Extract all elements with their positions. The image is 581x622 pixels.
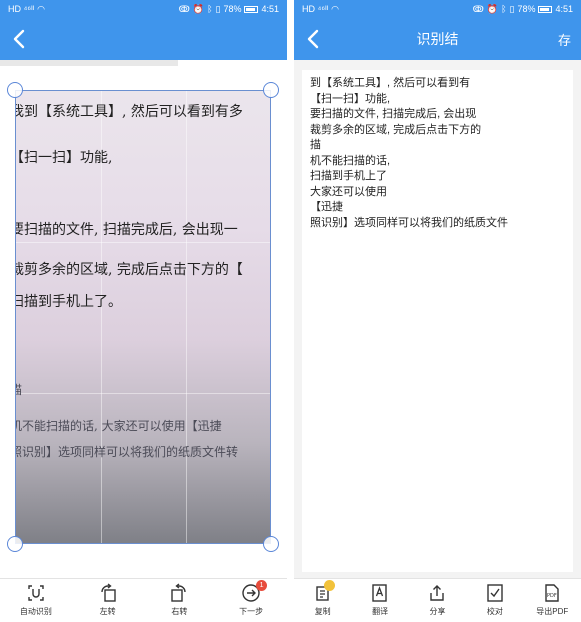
crop-area[interactable]: 我到【系统工具】, 然后可以看到有多 【扫一扫】功能, 要扫描的文件, 扫描完成… <box>0 66 287 578</box>
photo-text-line: 扫描到手机上了。 <box>15 294 122 310</box>
battery-percent: 78% <box>223 4 242 14</box>
result-toolbar: 复制 翻译 分享 校对 PDF 导出PDF <box>294 578 581 622</box>
crop-handle-bottom-right[interactable] <box>263 536 279 552</box>
copy-button[interactable]: 复制 <box>295 580 351 617</box>
vibrate-icon: ▯ <box>215 3 221 14</box>
export-pdf-button[interactable]: PDF 导出PDF <box>524 583 580 617</box>
share-icon <box>430 585 445 601</box>
status-bar: HD ⁴⁶ᴵᴵ ◠ ↂ ⏰ ᛒ ▯ 78% 4:51 <box>294 0 581 18</box>
rotate-right-icon <box>171 583 187 602</box>
photo-text-line: 要扫描的文件, 扫描完成后, 会出现一 <box>15 222 238 238</box>
wifi-icon: ◠ <box>331 3 339 14</box>
result-screen: HD ⁴⁶ᴵᴵ ◠ ↂ ⏰ ᛒ ▯ 78% 4:51 识别结 存 到【系统工具】… <box>294 0 581 622</box>
next-step-button[interactable]: 1 下一步 <box>223 580 279 617</box>
ocr-line: 照识别】选项同样可以将我们的纸质文件 <box>310 216 508 229</box>
crop-screen: HD ⁴⁶ᴵᴵ ◠ ↂ ⏰ ᛒ ▯ 78% 4:51 我到【系统工具】, 然后可… <box>0 0 287 622</box>
ocr-line: 扫描到手机上了 <box>310 170 387 182</box>
alarm-icon: ⏰ <box>486 3 499 14</box>
crop-toolbar: 自动识别 左转 右转 1 下一步 <box>0 578 287 622</box>
auto-detect-icon <box>28 585 44 601</box>
battery-icon <box>538 5 553 13</box>
result-navbar: 识别结 存 <box>294 18 581 60</box>
copy-badge-dot <box>323 580 335 591</box>
photo-text-line: 裁剪多余的区域, 完成后点击下方的【 <box>15 262 243 278</box>
alarm-icon: ⏰ <box>192 3 205 14</box>
status-bar: HD ⁴⁶ᴵᴵ ◠ ↂ ⏰ ᛒ ▯ 78% 4:51 <box>0 0 287 18</box>
photo-text-line: 【扫一扫】功能, <box>15 150 113 166</box>
rotate-left-label: 左转 <box>99 607 116 616</box>
vibrate-icon: ▯ <box>509 3 515 14</box>
notification-badge: 1 <box>256 580 268 591</box>
page-title: 识别结 <box>416 31 459 47</box>
save-button[interactable]: 存 <box>558 30 571 49</box>
ocr-result-text[interactable]: 到【系统工具】, 然后可以看到有 【扫一扫】功能, 要扫描的文件, 扫描完成后,… <box>302 70 573 572</box>
photo-text-line: 描 <box>16 381 22 398</box>
document-photo: 我到【系统工具】, 然后可以看到有多 【扫一扫】功能, 要扫描的文件, 扫描完成… <box>15 90 271 544</box>
status-time: 4:51 <box>261 4 279 14</box>
translate-label: 翻译 <box>372 607 389 616</box>
export-pdf-icon: PDF <box>545 584 559 602</box>
signal-indicator: HD ⁴⁶ᴵᴵ <box>302 4 329 14</box>
screen-divider <box>287 0 294 622</box>
back-arrow-icon[interactable] <box>8 27 32 51</box>
photo-text-line: 照识别】选项同样可以将我们的纸质文件转 <box>15 445 239 459</box>
bluetooth-icon: ᛒ <box>207 4 213 14</box>
export-pdf-label: 导出PDF <box>536 607 569 616</box>
crop-handle-top-right[interactable] <box>263 82 279 98</box>
photo-text-line: 我到【系统工具】, 然后可以看到有多 <box>15 104 243 120</box>
ocr-line: 到【系统工具】, 然后可以看到有 <box>310 77 471 89</box>
translate-button[interactable]: 翻译 <box>352 583 408 617</box>
rotate-left-icon <box>100 583 116 602</box>
ocr-line: 【迅捷 <box>310 201 343 213</box>
ocr-line: 裁剪多余的区域, 完成后点击下方的 <box>310 123 482 136</box>
ocr-line: 【扫一扫】功能, <box>310 92 391 105</box>
rotate-right-label: 右转 <box>171 607 188 616</box>
ocr-line: 描 <box>310 139 321 151</box>
nfc-icon: ↂ <box>178 3 190 14</box>
share-label: 分享 <box>429 607 446 616</box>
status-time: 4:51 <box>555 4 573 14</box>
rotate-right-button[interactable]: 右转 <box>151 583 207 617</box>
share-button[interactable]: 分享 <box>409 583 465 617</box>
nfc-icon: ↂ <box>472 3 484 14</box>
bluetooth-icon: ᛒ <box>501 4 507 14</box>
crop-navbar <box>0 18 287 60</box>
svg-text:PDF: PDF <box>547 593 557 599</box>
signal-indicator: HD ⁴⁶ᴵᴵ <box>8 4 35 14</box>
auto-detect-button[interactable]: 自动识别 <box>8 583 64 617</box>
battery-percent: 78% <box>517 4 536 14</box>
battery-icon <box>244 5 259 13</box>
proofread-label: 校对 <box>486 607 503 616</box>
photo-text-line: 机不能扫描的话, 大家还可以使用【迅捷 <box>15 419 222 433</box>
proofread-icon <box>487 584 503 602</box>
rotate-left-button[interactable]: 左转 <box>80 583 136 617</box>
back-arrow-icon[interactable] <box>302 27 326 51</box>
ocr-line: 机不能扫描的话, <box>310 154 391 167</box>
copy-label: 复制 <box>314 607 331 616</box>
crop-handle-top-left[interactable] <box>7 82 23 98</box>
ocr-line: 要扫描的文件, 扫描完成后, 会出现 <box>310 108 477 120</box>
crop-handle-bottom-left[interactable] <box>7 536 23 552</box>
auto-detect-label: 自动识别 <box>19 607 52 616</box>
ocr-line: 大家还可以使用 <box>310 185 387 198</box>
next-step-label: 下一步 <box>239 607 264 616</box>
wifi-icon: ◠ <box>37 3 45 14</box>
proofread-button[interactable]: 校对 <box>467 583 523 617</box>
translate-icon <box>372 584 387 602</box>
